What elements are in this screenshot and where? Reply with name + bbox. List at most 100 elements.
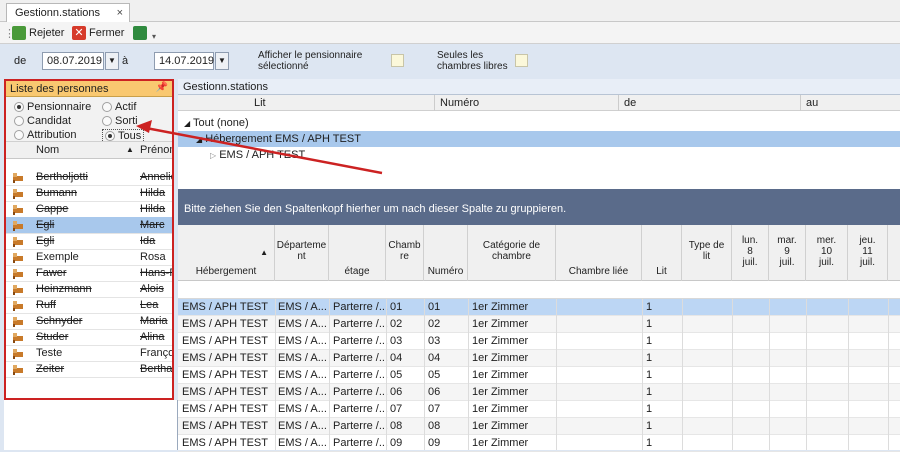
person-row[interactable]: Exemple Rosa (6, 249, 172, 266)
person-list-empty-area (4, 400, 178, 450)
table-row[interactable]: EMS / APH TEST EMS / A... Parterre /... 05 0… (178, 367, 900, 384)
person-row[interactable]: Cappe Hilda (6, 201, 172, 218)
radio-candidat[interactable]: Candidat (14, 115, 71, 127)
person-row[interactable]: Egli Ida (6, 233, 172, 250)
reject-button[interactable]: Rejeter (12, 25, 64, 41)
from-label: de (14, 55, 27, 67)
person-row[interactable]: Heinzmann Alois (6, 281, 172, 298)
person-row[interactable]: Studer Alina (6, 329, 172, 346)
table-row[interactable]: EMS / APH TEST EMS / A... Parterre /... 07 0… (178, 401, 900, 418)
bed-icon (13, 285, 23, 295)
cell-num: 07 (428, 403, 441, 415)
tree-level1-label: Hébergement EMS / APH TEST (205, 133, 361, 145)
grid-filter-row[interactable] (178, 281, 900, 299)
show-resident-label-line1: Afficher le pensionnaire (258, 50, 363, 61)
from-date-dropdown-icon[interactable]: ▼ (105, 52, 119, 70)
col-day-1[interactable]: lun. 8 juil. (732, 225, 769, 281)
bed-icon (13, 333, 23, 343)
to-date-input[interactable]: 14.07.2019 (154, 52, 214, 70)
bed-icon (13, 173, 23, 183)
person-list-header: Liste des personnes 📌 (6, 81, 172, 97)
col-day-3[interactable]: mer. 10 juil. (806, 225, 848, 281)
expand-icon[interactable]: ◢ (196, 135, 202, 144)
group-by-area[interactable]: Bitte ziehen Sie den Spaltenkopf hierher… (178, 189, 900, 225)
col-numero[interactable]: Numéro (424, 225, 468, 281)
col-nom[interactable]: Nom (36, 144, 59, 156)
table-row[interactable]: EMS / APH TEST EMS / A... Parterre /... 03 0… (178, 333, 900, 350)
collapse-icon[interactable]: ▷ (210, 151, 216, 160)
person-row[interactable]: Bumann Hilda (6, 185, 172, 202)
tree-col-au[interactable]: au (806, 97, 818, 109)
grid-divider (642, 299, 643, 450)
person-row[interactable]: Ruff Lea (6, 297, 172, 314)
radio-actif[interactable]: Actif (102, 101, 136, 113)
expand-icon[interactable]: ◢ (184, 119, 190, 128)
cell-lit: 1 (646, 301, 653, 313)
tree-node-root[interactable]: ◢ Tout (none) (178, 115, 900, 131)
cell-dep: EMS / A... (278, 301, 327, 313)
to-label: à (122, 55, 129, 67)
stations-panel: Gestionn.stations Lit Numéro de au ◢ Tou… (178, 79, 900, 452)
free-rooms-label-line1: Seules les (437, 50, 484, 61)
cell-heb: EMS / APH TEST (182, 301, 268, 313)
col-chambre[interactable]: Chamb re (386, 225, 424, 281)
bed-icon (13, 221, 23, 231)
cell-etage: Parterre /... (333, 335, 389, 347)
cell-etage: Parterre /... (333, 386, 389, 398)
person-row[interactable]: Bertholjotti Annelies (6, 169, 172, 186)
table-row[interactable]: EMS / APH TEST EMS / A... Parterre /... 04 0… (178, 350, 900, 367)
cell-heb: EMS / APH TEST (182, 437, 268, 449)
pin-icon[interactable]: 📌 (156, 82, 168, 93)
cell-etage: Parterre /... (333, 352, 389, 364)
table-row[interactable]: EMS / APH TEST EMS / A... Parterre /... 02 0… (178, 316, 900, 333)
col-lit[interactable]: Lit (642, 225, 682, 281)
person-row[interactable]: Egli Marc (6, 217, 172, 234)
toolbar-overflow-icon[interactable]: ▾ (152, 28, 156, 44)
col-categorie[interactable]: Catégorie de chambre (468, 225, 556, 281)
person-prenom: Rosa (140, 251, 166, 263)
grid-divider (386, 299, 387, 450)
radio-actif-label: Actif (115, 101, 137, 113)
person-nom: Exemple (36, 251, 79, 263)
col-hebergement[interactable]: Hébergement ▲ (178, 225, 275, 281)
col-chambre-liee-label: Chambre liée (568, 266, 629, 277)
tree-col-de[interactable]: de (624, 97, 636, 109)
col-day-4[interactable]: jeu. 11 juil. (848, 225, 888, 281)
bed-icon (13, 349, 23, 359)
person-row[interactable]: Zeiter Bertha (6, 361, 172, 378)
close-button[interactable]: ✕ Fermer (72, 25, 124, 41)
col-type-lit[interactable]: Type de lit (682, 225, 732, 281)
person-row[interactable]: Schnyder Maria (6, 313, 172, 330)
tree-root-label: Tout (none) (193, 117, 249, 129)
from-date-input[interactable]: 08.07.2019 (42, 52, 104, 70)
tab-gestionn-stations[interactable]: Gestionn.stations × (6, 3, 130, 22)
show-resident-checkbox[interactable] (391, 54, 404, 67)
tab-close-icon[interactable]: × (117, 7, 123, 19)
free-rooms-checkbox[interactable] (515, 54, 528, 67)
tree-col-lit[interactable]: Lit (254, 97, 266, 109)
tree-col-numero[interactable]: Numéro (440, 97, 479, 109)
person-row[interactable]: Teste François (6, 345, 172, 362)
radio-candidat-dot (14, 116, 24, 126)
table-row[interactable]: EMS / APH TEST EMS / A... Parterre /... 09 0… (178, 435, 900, 452)
to-date-dropdown-icon[interactable]: ▼ (215, 52, 229, 70)
person-row[interactable]: Fawer Hans-Ru (6, 265, 172, 282)
col-chambre-l1: Chamb (388, 240, 421, 251)
tree-node-hebergement[interactable]: ◢ Hébergement EMS / APH TEST (178, 131, 900, 147)
free-rooms-label: Seules les chambres libres (437, 50, 508, 72)
tab-label: Gestionn.stations (15, 7, 100, 19)
table-row[interactable]: EMS / APH TEST EMS / A... Parterre /... 06 0… (178, 384, 900, 401)
radio-sorti[interactable]: Sorti (102, 115, 138, 127)
table-row[interactable]: EMS / APH TEST EMS / A... Parterre /... 01 0… (178, 299, 900, 316)
radio-attribution[interactable]: Attribution (14, 129, 77, 141)
col-etage[interactable]: étage (329, 225, 386, 281)
cell-cat: 1er Zimmer (472, 403, 529, 415)
excel-export-button[interactable] (133, 25, 147, 41)
col-prenom[interactable]: Prénom (140, 144, 172, 156)
col-chambre-liee[interactable]: Chambre liée (556, 225, 642, 281)
col-departement[interactable]: Départeme nt (275, 225, 329, 281)
tree-node-ems[interactable]: ▷ EMS / APH TEST (178, 147, 900, 163)
radio-pensionnaire[interactable]: Pensionnaire (14, 101, 91, 113)
table-row[interactable]: EMS / APH TEST EMS / A... Parterre /... 08 0… (178, 418, 900, 435)
col-day-2[interactable]: mar. 9 juil. (769, 225, 806, 281)
